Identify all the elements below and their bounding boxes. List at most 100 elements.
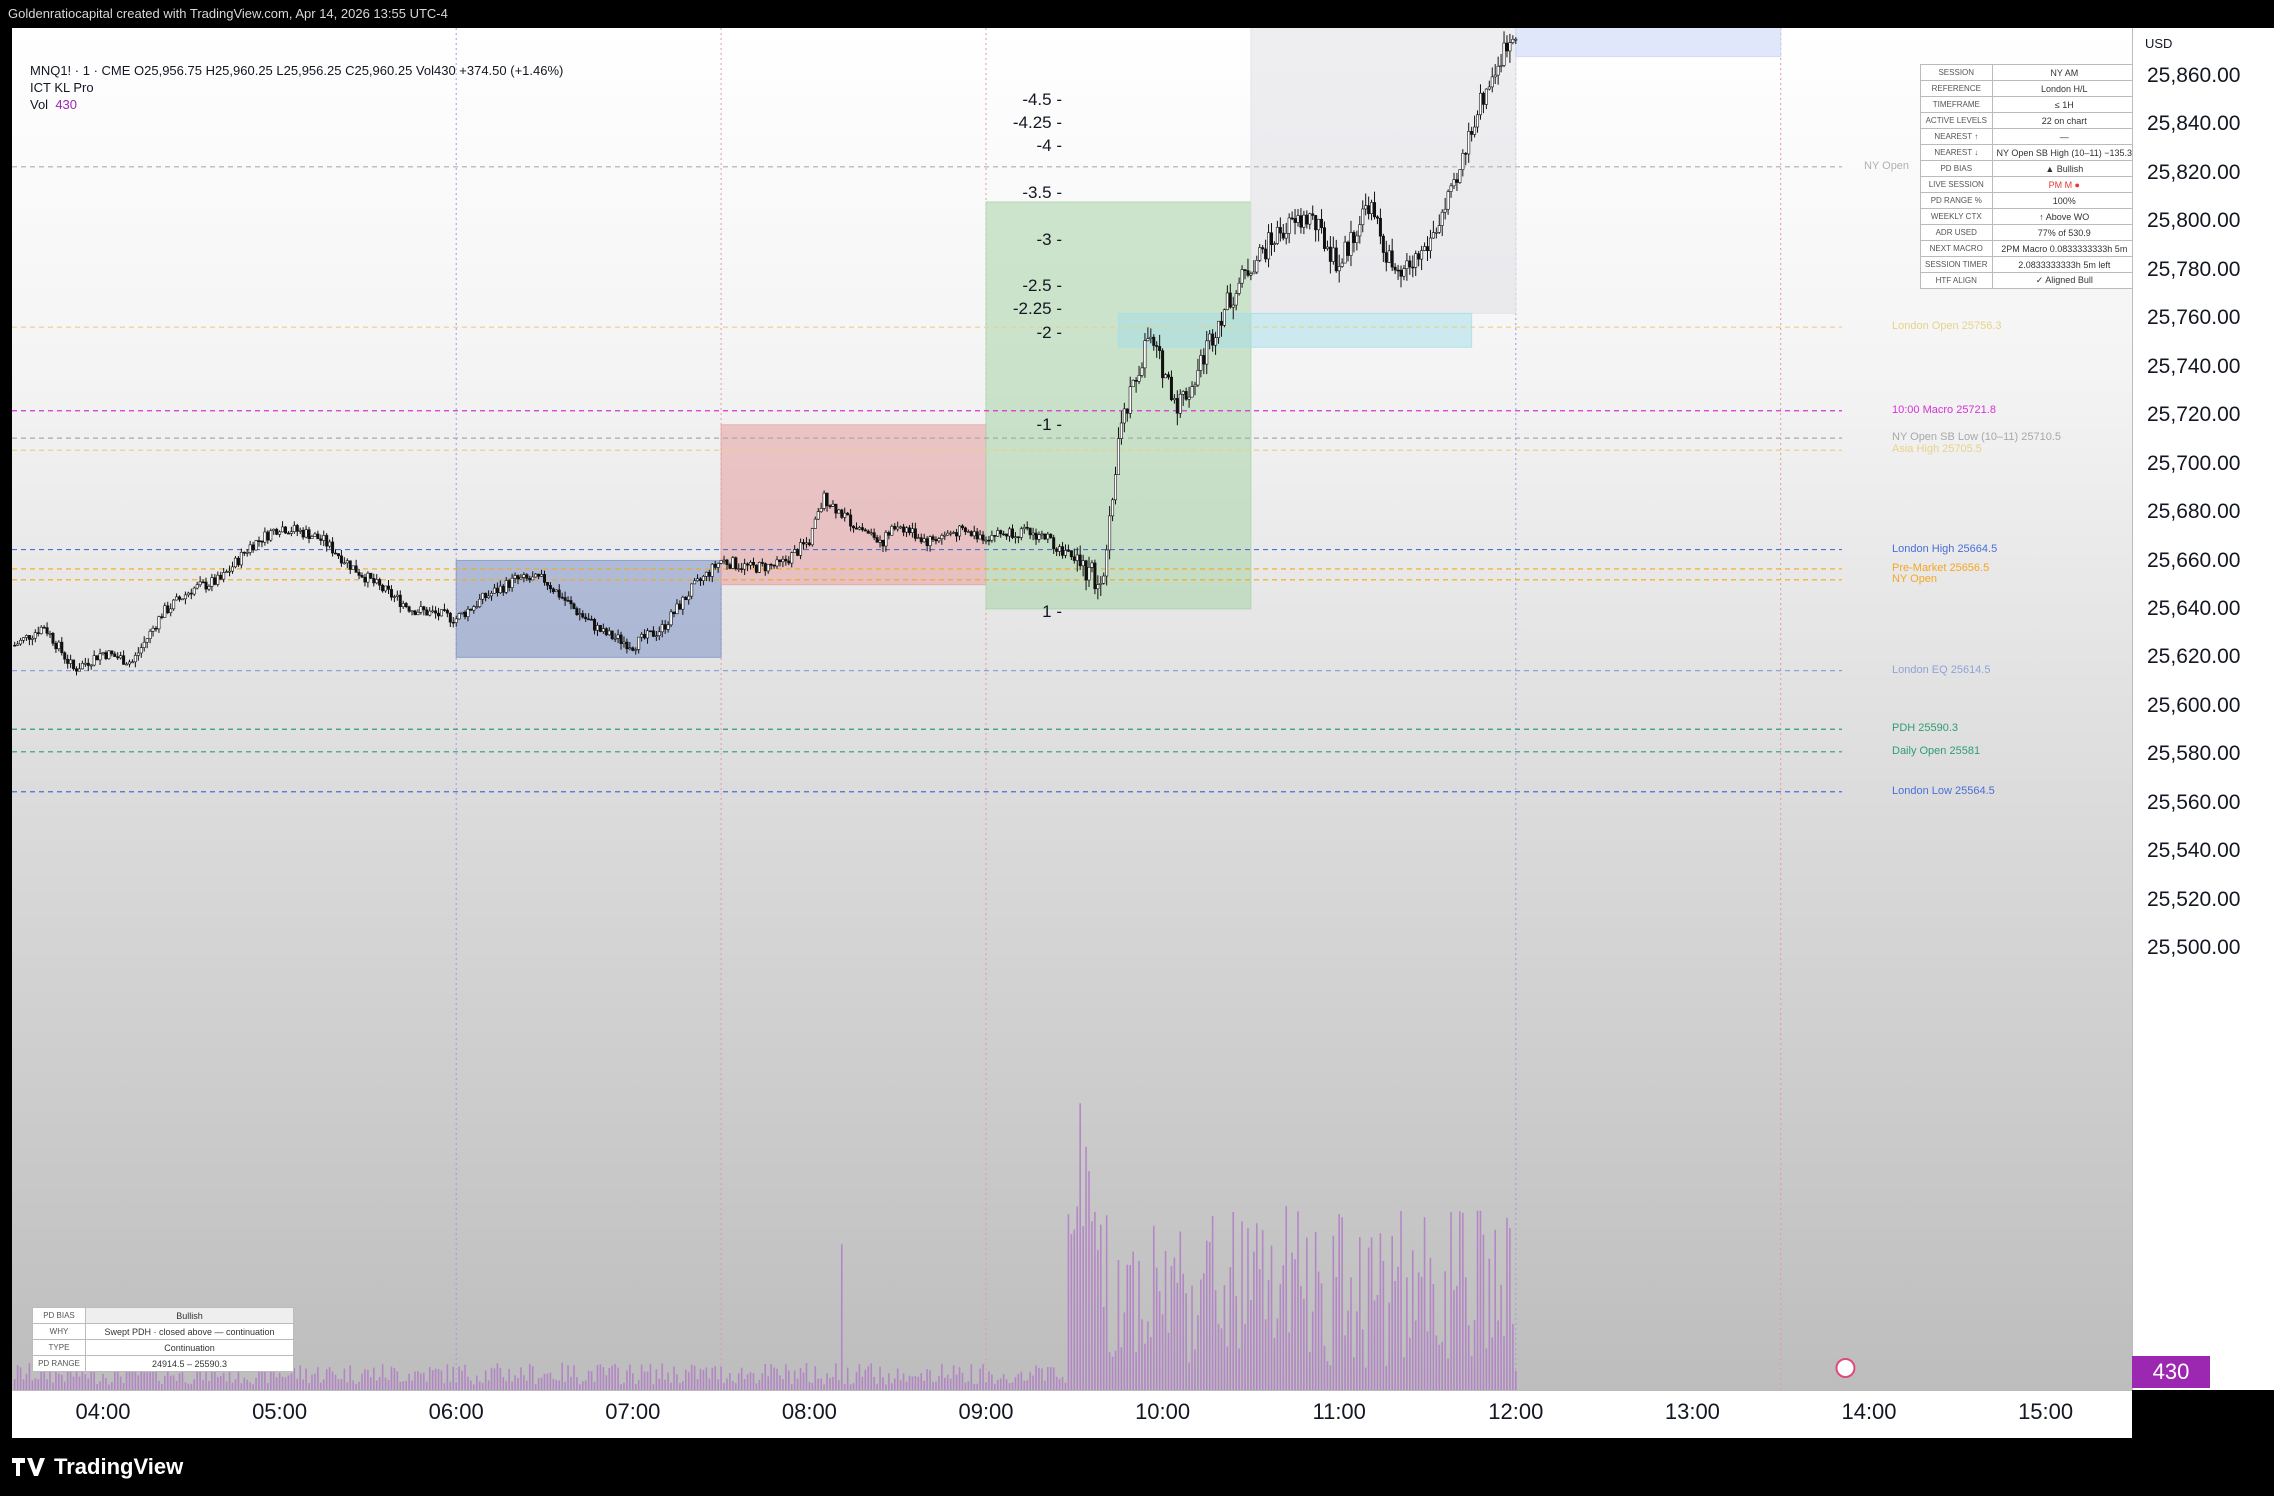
price-tick: 25,500.00: [2147, 936, 2241, 960]
candle-body-538: [978, 534, 982, 540]
candle-body-345: [410, 610, 414, 613]
candle-body-310: [307, 529, 311, 539]
candle-body-254: [142, 641, 146, 648]
candle-body-445: [704, 571, 708, 577]
candle-body-373: [492, 587, 496, 594]
volume-legend[interactable]: Vol 430: [30, 96, 563, 113]
candle-body-576: [1090, 562, 1094, 568]
candle-body-496: [854, 527, 858, 530]
chart-legend: MNQ1! · 1 · CME O25,956.75 H25,960.25 L2…: [30, 62, 563, 113]
volume-bar-580: [1102, 1307, 1105, 1390]
volume-bar-271: [193, 1379, 196, 1390]
candle-body-615: [1205, 340, 1209, 365]
candle-body-272: [195, 584, 199, 589]
candle-body-418: [625, 641, 629, 650]
session-row-key: REFERENCE: [1920, 80, 1993, 97]
candle-body-573: [1081, 560, 1085, 567]
volume-bar-274: [202, 1379, 204, 1390]
candle-body-441: [693, 580, 697, 585]
candle-body-680: [1396, 269, 1400, 272]
candle-body-501: [869, 532, 873, 535]
currency-label[interactable]: USD: [2145, 36, 2172, 51]
candle-body-391: [545, 582, 549, 586]
volume-bar-714: [1497, 1320, 1499, 1390]
volume-bar-635: [1264, 1319, 1267, 1390]
candle-body-376: [501, 585, 505, 593]
volume-bar-364: [467, 1376, 469, 1390]
candle-body-296: [266, 531, 270, 541]
volume-bar-531: [958, 1367, 961, 1390]
volume-bar-561: [1047, 1367, 1049, 1390]
candle-body-686: [1414, 253, 1418, 268]
volume-bar-277: [211, 1368, 213, 1390]
candle-body-607: [1181, 391, 1185, 395]
volume-bar-544: [996, 1379, 999, 1390]
indicator-name[interactable]: ICT KL Pro: [30, 79, 563, 96]
candle-body-413: [610, 630, 614, 639]
candle-body-364: [466, 608, 470, 617]
volume-bar-307: [299, 1365, 302, 1390]
volume-bar-456: [737, 1373, 740, 1390]
volume-bar-451: [723, 1383, 725, 1390]
session-row: HTF ALIGN ✓ Aligned Bull: [1920, 272, 2132, 289]
candle-body-543: [993, 535, 997, 537]
candle-body-401: [575, 608, 579, 615]
volume-bar-662: [1344, 1335, 1346, 1390]
tradingview-logo-icon: [12, 1458, 45, 1476]
volume-bar-702: [1462, 1212, 1464, 1390]
volume-bar-657: [1329, 1365, 1332, 1390]
volume-bar-646: [1297, 1211, 1299, 1390]
candle-body-457: [740, 568, 744, 570]
candle-body-523: [934, 539, 938, 542]
candle-body-365: [469, 608, 473, 611]
fib-level-4: -3 -: [1036, 230, 1063, 249]
volume-bar-491: [840, 1244, 843, 1390]
tradingview-logo[interactable]: TradingView: [12, 1454, 183, 1480]
volume-bar-330: [367, 1369, 369, 1390]
volume-bar-633: [1258, 1269, 1261, 1390]
candle-body-637: [1270, 232, 1274, 245]
volume-bar-653: [1317, 1271, 1320, 1390]
candle-body-403: [581, 613, 585, 618]
pd-bias-table: PD BIAS Bullish WHY Swept PDH · closed abov…: [32, 1307, 294, 1372]
volume-bar-661: [1341, 1217, 1343, 1390]
symbol-ohlc-line[interactable]: MNQ1! · 1 · CME O25,956.75 H25,960.25 L2…: [30, 62, 563, 79]
candle-body-290: [248, 544, 252, 553]
candle-body-575: [1087, 567, 1091, 581]
candle-body-670: [1367, 205, 1371, 215]
candle-body-505: [881, 539, 885, 547]
volume-bar-302: [284, 1377, 287, 1390]
volume-bar-370: [484, 1370, 487, 1390]
candle-body-706: [1473, 126, 1477, 135]
volume-bar-523: [935, 1381, 937, 1390]
candle-body-480: [807, 542, 811, 546]
candle-body-620: [1219, 320, 1223, 326]
price-chart[interactable]: [12, 28, 2132, 1390]
volume-bar-285: [234, 1379, 237, 1390]
volume-bar-695: [1441, 1341, 1444, 1390]
candle-body-423: [640, 634, 644, 638]
candle-body-308: [301, 529, 305, 538]
time-axis[interactable]: 04:00 05:00 06:00 07:00 08:00 09:00 10:00 11:00…: [12, 1390, 2132, 1439]
volume-bar-214: [25, 1373, 28, 1390]
chart-pane[interactable]: MNQ1! · 1 · CME O25,956.75 H25,960.25 L2…: [12, 28, 2132, 1390]
session-row-value: PM M ●: [1991, 176, 2132, 193]
candle-body-354: [437, 612, 441, 617]
volume-bar-705: [1470, 1355, 1473, 1390]
candle-body-644: [1290, 217, 1294, 220]
candle-body-371: [487, 595, 491, 599]
session-row-key: LIVE SESSION: [1920, 176, 1993, 193]
time-tick: 12:00: [1488, 1399, 1544, 1424]
volume-bar-648: [1303, 1298, 1305, 1390]
volume-bar-320: [337, 1379, 340, 1390]
candle-body-604: [1172, 398, 1176, 401]
volume-bar-671: [1370, 1237, 1373, 1390]
candle-body-271: [192, 587, 196, 595]
candle-body-586: [1119, 422, 1123, 439]
candle-body-425: [646, 630, 650, 639]
volume-bar-562: [1049, 1367, 1052, 1390]
volume-bar-337: [387, 1379, 390, 1390]
candle-body-511: [899, 526, 903, 529]
price-axis[interactable]: USD 25,860.00 25,840.00 25,820.00 25,800.00…: [2132, 28, 2274, 1390]
candle-body-696: [1443, 208, 1447, 213]
